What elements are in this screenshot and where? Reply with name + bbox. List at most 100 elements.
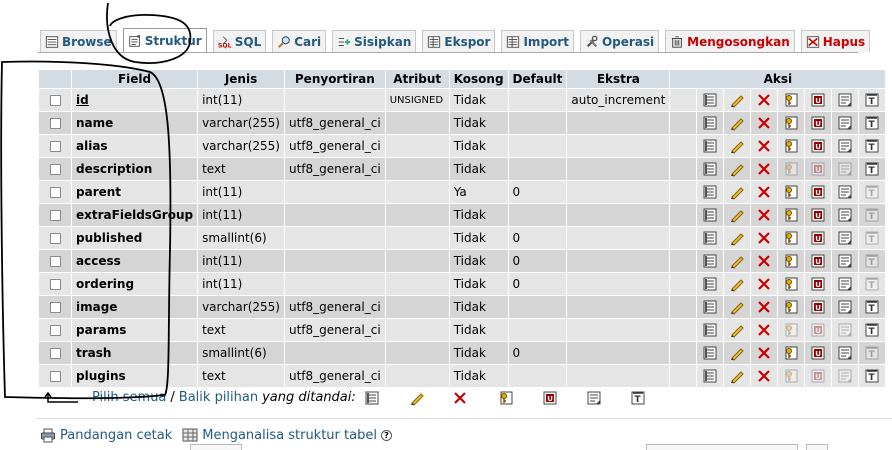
unique-index-icon[interactable]: U	[810, 253, 826, 269]
browse-distinct-icon[interactable]	[702, 92, 718, 108]
add-index-icon[interactable]	[837, 207, 853, 223]
primary-key-icon[interactable]	[783, 299, 799, 315]
tab-hapus[interactable]: Hapus	[800, 30, 871, 52]
row-checkbox[interactable]	[49, 187, 61, 198]
edit-pencil-icon[interactable]	[729, 345, 745, 361]
help-icon[interactable]: ?	[380, 429, 392, 441]
default-column-header[interactable]: Default	[508, 70, 567, 88]
tab-import[interactable]: Import	[501, 30, 574, 52]
row-checkbox[interactable]	[49, 233, 61, 244]
drop-x-icon[interactable]	[756, 184, 772, 200]
unique-index-icon[interactable]: U	[810, 92, 826, 108]
edit-pencil-icon[interactable]	[729, 184, 745, 200]
type-column-header[interactable]: Jenis	[198, 70, 284, 88]
primary-key-icon[interactable]	[783, 115, 799, 131]
add-index-icon[interactable]	[837, 253, 853, 269]
drop-x-icon[interactable]	[756, 368, 772, 384]
tab-cari[interactable]: Cari	[272, 30, 327, 52]
browse-distinct-icon[interactable]	[702, 207, 718, 223]
edit-pencil-icon[interactable]	[729, 276, 745, 292]
browse-distinct-icon[interactable]	[702, 299, 718, 315]
edit-pencil-icon[interactable]	[729, 115, 745, 131]
unique-index-icon[interactable]: U	[810, 276, 826, 292]
fulltext-index-icon[interactable]: T	[864, 138, 880, 154]
edit-pencil-icon[interactable]	[729, 322, 745, 338]
primary-key-icon[interactable]	[783, 92, 799, 108]
row-checkbox[interactable]	[49, 371, 61, 382]
unique-index-icon[interactable]: U	[810, 184, 826, 200]
bulk-drop-x-icon[interactable]	[452, 390, 468, 406]
row-checkbox[interactable]	[49, 141, 61, 152]
row-checkbox[interactable]	[49, 256, 61, 267]
collation-column-header[interactable]: Penyortiran	[284, 70, 385, 88]
browse-distinct-icon[interactable]	[702, 322, 718, 338]
edit-pencil-icon[interactable]	[729, 299, 745, 315]
drop-x-icon[interactable]	[756, 276, 772, 292]
unique-index-icon[interactable]: U	[810, 230, 826, 246]
fulltext-index-icon[interactable]: T	[864, 322, 880, 338]
add-index-icon[interactable]	[837, 299, 853, 315]
edit-pencil-icon[interactable]	[729, 253, 745, 269]
browse-distinct-icon[interactable]	[702, 161, 718, 177]
printer-icon[interactable]	[40, 427, 56, 443]
unique-index-icon[interactable]: U	[810, 207, 826, 223]
field-column-header[interactable]: Field	[72, 70, 198, 88]
unique-index-icon[interactable]: U	[810, 345, 826, 361]
drop-x-icon[interactable]	[756, 230, 772, 246]
edit-pencil-icon[interactable]	[729, 230, 745, 246]
bulk-browse-distinct-icon[interactable]	[364, 390, 380, 406]
drop-x-icon[interactable]	[756, 138, 772, 154]
analyze-icon[interactable]	[182, 427, 198, 443]
fulltext-index-icon[interactable]: T	[864, 161, 880, 177]
edit-pencil-icon[interactable]	[729, 138, 745, 154]
browse-distinct-icon[interactable]	[702, 115, 718, 131]
bulk-edit-pencil-icon[interactable]	[409, 390, 425, 406]
browse-distinct-icon[interactable]	[702, 276, 718, 292]
browse-distinct-icon[interactable]	[702, 184, 718, 200]
drop-x-icon[interactable]	[756, 207, 772, 223]
add-index-icon[interactable]	[837, 230, 853, 246]
primary-key-icon[interactable]	[783, 276, 799, 292]
browse-distinct-icon[interactable]	[702, 345, 718, 361]
drop-x-icon[interactable]	[756, 161, 772, 177]
edit-pencil-icon[interactable]	[729, 161, 745, 177]
add-index-icon[interactable]	[837, 184, 853, 200]
drop-x-icon[interactable]	[756, 322, 772, 338]
unique-index-icon[interactable]: U	[810, 115, 826, 131]
primary-key-icon[interactable]	[783, 207, 799, 223]
edit-pencil-icon[interactable]	[729, 207, 745, 223]
tab-struktur[interactable]: Struktur	[122, 28, 207, 52]
row-checkbox[interactable]	[49, 95, 61, 106]
bulk-add-index-icon[interactable]	[586, 390, 602, 406]
extra-column-header[interactable]: Ekstra	[567, 70, 670, 88]
row-checkbox[interactable]	[49, 279, 61, 290]
primary-key-icon[interactable]	[783, 230, 799, 246]
bulk-primary-key-icon[interactable]	[498, 390, 514, 406]
row-checkbox[interactable]	[49, 118, 61, 129]
drop-x-icon[interactable]	[756, 345, 772, 361]
bulk-unique-index-icon[interactable]: U	[542, 390, 558, 406]
browse-distinct-icon[interactable]	[702, 253, 718, 269]
tab-ekspor[interactable]: Ekspor	[422, 30, 496, 52]
tab-operasi[interactable]: Operasi	[579, 30, 660, 52]
fulltext-index-icon[interactable]: T	[864, 368, 880, 384]
fulltext-index-icon[interactable]: T	[864, 299, 880, 315]
browse-distinct-icon[interactable]	[702, 368, 718, 384]
attributes-column-header[interactable]: Atribut	[385, 70, 449, 88]
uncheck-all-link[interactable]: Balik pilihan	[179, 390, 258, 405]
add-index-icon[interactable]	[837, 345, 853, 361]
primary-key-icon[interactable]	[783, 184, 799, 200]
add-index-icon[interactable]	[837, 92, 853, 108]
bulk-fulltext-index-icon[interactable]: T	[630, 390, 646, 406]
primary-key-icon[interactable]	[783, 253, 799, 269]
fulltext-index-icon[interactable]: T	[864, 115, 880, 131]
browse-distinct-icon[interactable]	[702, 138, 718, 154]
add-index-icon[interactable]	[837, 138, 853, 154]
drop-x-icon[interactable]	[756, 253, 772, 269]
fulltext-index-icon[interactable]: T	[864, 92, 880, 108]
print-view-link[interactable]: Pandangan cetak	[60, 428, 172, 443]
analyze-structure-link[interactable]: Menganalisa struktur tabel	[202, 428, 377, 443]
tab-browse[interactable]: Browse	[40, 30, 117, 52]
row-checkbox[interactable]	[49, 302, 61, 313]
row-checkbox[interactable]	[49, 164, 61, 175]
